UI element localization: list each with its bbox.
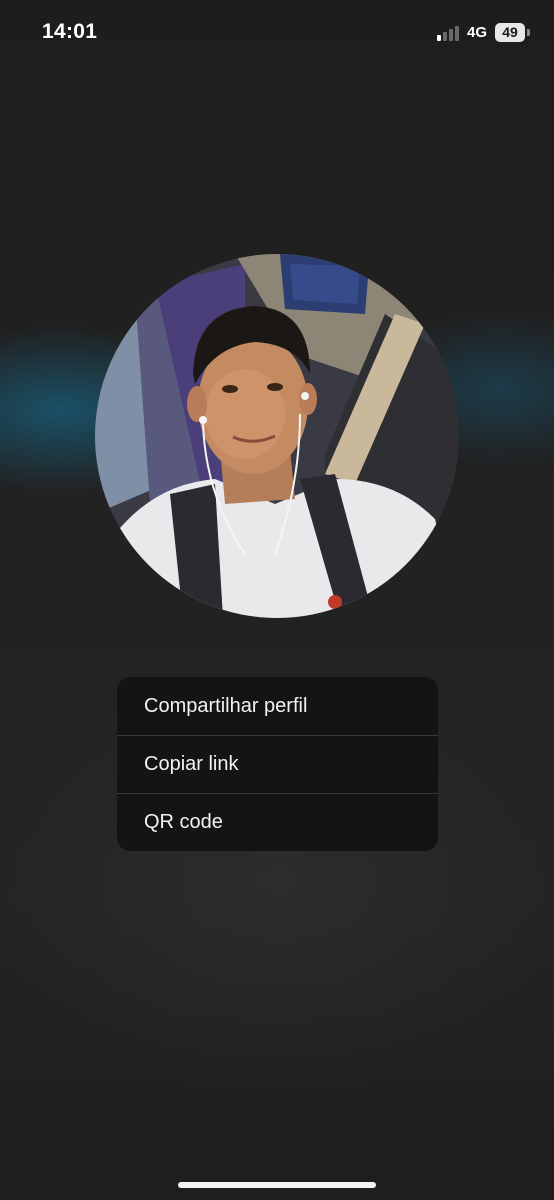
network-type: 4G <box>467 24 488 41</box>
share-profile-screen: 14:01 4G 49 Compartilhar perfil Copiar l… <box>0 0 554 1200</box>
qr-code-label: QR code <box>144 811 223 833</box>
copy-link-label: Copiar link <box>144 753 239 775</box>
share-profile-label: Compartilhar perfil <box>144 694 308 717</box>
profile-photo <box>95 254 459 618</box>
battery-tip <box>527 29 530 36</box>
home-indicator[interactable] <box>178 1182 376 1188</box>
qr-code-option[interactable]: QR code <box>117 793 438 851</box>
copy-link-option[interactable]: Copiar link <box>117 735 438 793</box>
cellular-signal-icon <box>437 25 463 41</box>
share-menu: Compartilhar perfil Copiar link QR code <box>117 677 438 851</box>
share-profile-option[interactable]: Compartilhar perfil <box>117 677 438 735</box>
status-bar: 14:01 4G 49 <box>0 0 554 66</box>
profile-avatar <box>95 254 459 618</box>
battery-icon: 49 <box>495 23 525 42</box>
status-time: 14:01 <box>42 20 98 43</box>
